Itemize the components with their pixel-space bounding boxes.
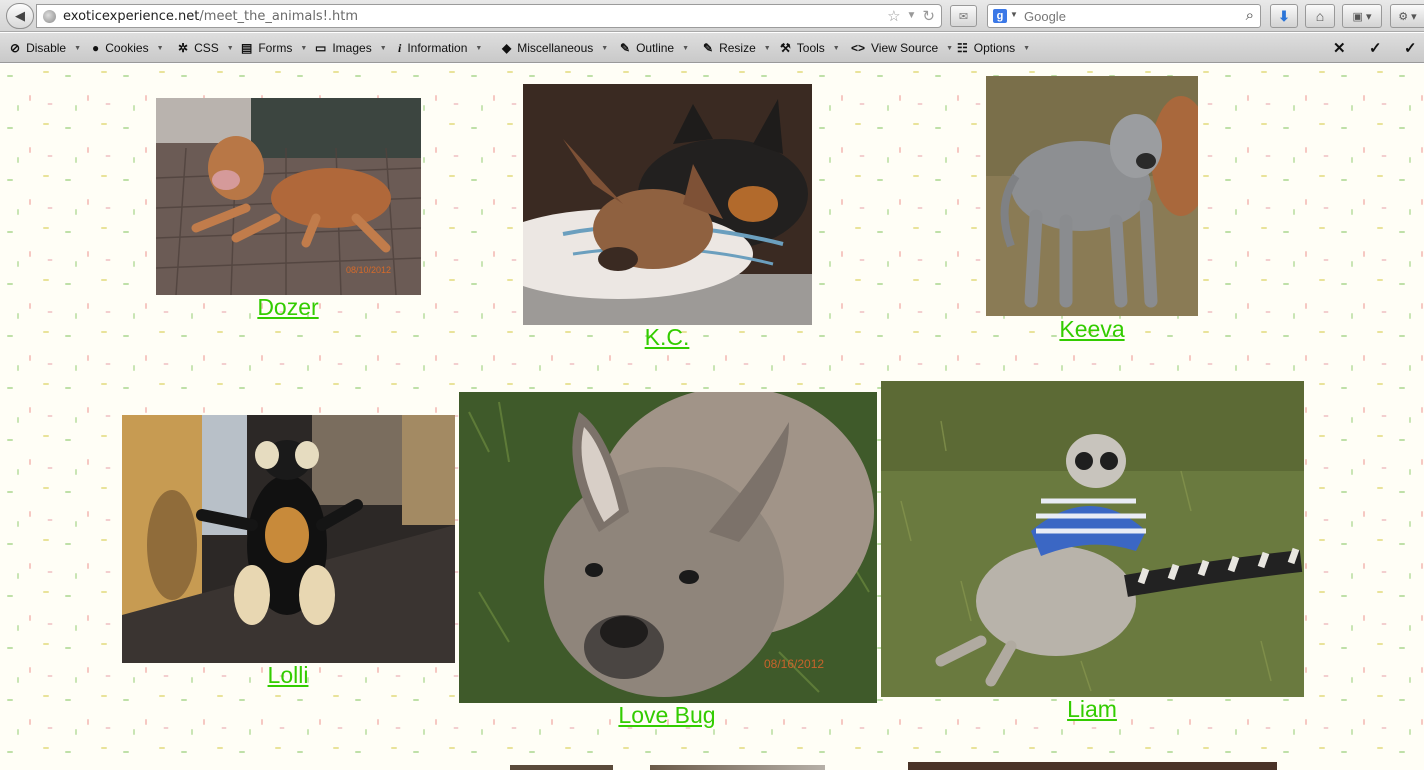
photo-love-bug[interactable]: 08/16/2012 (459, 392, 877, 703)
toolbar-outline[interactable]: ✎ Outline ▼ (620, 40, 689, 56)
search-engine-dropdown-icon[interactable]: ▼ (1010, 10, 1018, 19)
url-text[interactable]: exoticexperience.net/meet_the_animals!.h… (63, 9, 358, 24)
search-bar[interactable]: g ▼ Google ⌕ (987, 4, 1261, 28)
dropdown-arrow-icon: ▼ (832, 44, 840, 52)
photo-keeva[interactable] (986, 76, 1198, 316)
photo-next-row-1[interactable] (510, 765, 613, 770)
screenshot-icon: ▣ ▾ (1352, 10, 1372, 23)
home-icon: ⌂ (1315, 8, 1325, 24)
photo-lolli[interactable] (122, 415, 455, 663)
kc-kangaroo-cat-image (523, 84, 812, 325)
toolbar-information[interactable]: i Information ▼ (398, 40, 482, 56)
addon-icon: ⚙ ▾ (1398, 10, 1417, 23)
page-content: 08/10/2012 Dozer K.C. Keeva Lolli 08/16/… (0, 64, 1424, 770)
toolbar-tools[interactable]: ⚒ Tools ▼ (780, 40, 840, 56)
photo-next-row-2[interactable] (650, 765, 825, 770)
dropdown-arrow-icon: ▼ (226, 44, 234, 52)
url-domain: exoticexperience.net (63, 9, 200, 24)
disable-icon: ⊘ (10, 41, 21, 55)
love-bug-kangaroo-image: 08/16/2012 (459, 392, 877, 703)
home-button[interactable]: ⌂ (1305, 4, 1335, 28)
history-dropdown-icon[interactable]: ▼ (907, 7, 917, 25)
animal-link-love-bug[interactable]: Love Bug (618, 702, 715, 729)
keeva-wolfhound-image (986, 76, 1198, 316)
resize-icon: ✎ (703, 41, 714, 55)
lolli-lemur-image (122, 415, 455, 663)
photo-dozer[interactable]: 08/10/2012 (156, 98, 421, 295)
cookies-icon: ● (92, 41, 100, 55)
toolbar-css[interactable]: ✲ CSS ▼ (178, 40, 234, 56)
photo-date-stamp: 08/16/2012 (764, 657, 824, 671)
validate-css-icon[interactable]: ✓ (1369, 39, 1382, 57)
downloads-button[interactable]: ⬇ (1270, 4, 1298, 28)
photo-kc[interactable] (523, 84, 812, 325)
close-toolbar-icon[interactable]: ✕ (1333, 39, 1346, 57)
bookmark-star-icon[interactable]: ☆ (887, 7, 900, 25)
google-search-icon[interactable]: g (993, 9, 1007, 23)
animal-link-kc[interactable]: K.C. (645, 324, 690, 351)
view-source-icon: <> (851, 41, 866, 55)
forms-icon: ▤ (241, 41, 253, 55)
images-icon: ▭ (315, 41, 327, 55)
toolbar-view-source[interactable]: <> View Source ▼ (851, 40, 953, 56)
dropdown-arrow-icon: ▼ (946, 44, 954, 52)
photo-liam[interactable] (881, 381, 1304, 697)
toolbar-miscellaneous[interactable]: ◆ Miscellaneous ▼ (502, 40, 608, 56)
animal-link-liam[interactable]: Liam (1067, 696, 1117, 723)
toolbar-options[interactable]: ☷ Options ▼ (957, 40, 1030, 56)
animal-link-lolli[interactable]: Lolli (268, 662, 309, 689)
dropdown-arrow-icon: ▼ (300, 44, 308, 52)
site-identity-icon[interactable] (43, 10, 56, 23)
browser-navbar: ◀ exoticexperience.net/meet_the_animals!… (0, 0, 1424, 32)
envelope-icon: ✉ (958, 10, 969, 23)
animal-link-dozer[interactable]: Dozer (257, 294, 318, 321)
toolbar-forms[interactable]: ▤ Forms ▼ (241, 40, 307, 56)
dropdown-arrow-icon: ▼ (763, 44, 771, 52)
addon-button[interactable]: ⚙ ▾ (1390, 4, 1424, 28)
reload-icon[interactable]: ↻ (922, 7, 935, 25)
search-input[interactable]: Google (1024, 9, 1066, 24)
miscellaneous-icon: ◆ (502, 41, 512, 55)
toolbar-images[interactable]: ▭ Images ▼ (315, 40, 387, 56)
dropdown-arrow-icon: ▼ (475, 44, 483, 52)
dropdown-arrow-icon: ▼ (379, 44, 387, 52)
validate-html-icon[interactable]: ✓ (1404, 39, 1417, 57)
photo-next-row-3[interactable] (908, 762, 1277, 770)
back-button[interactable]: ◀ (6, 3, 34, 29)
dropdown-arrow-icon: ▼ (156, 44, 164, 52)
dozer-dog-image: 08/10/2012 (156, 98, 421, 295)
url-path: /meet_the_animals!.htm (199, 9, 359, 24)
dropdown-arrow-icon: ▼ (74, 44, 82, 52)
back-arrow-icon: ◀ (15, 8, 25, 23)
web-developer-toolbar: ⊘ Disable ▼ ● Cookies ▼ ✲ CSS ▼ ▤ Forms ▼ ▭ Image… (0, 33, 1424, 63)
css-icon: ✲ (178, 41, 189, 55)
url-bar[interactable]: exoticexperience.net/meet_the_animals!.h… (36, 4, 942, 28)
liam-lemur-image (881, 381, 1304, 697)
magnifier-icon[interactable]: ⌕ (1246, 7, 1254, 24)
photo-date-stamp: 08/10/2012 (346, 265, 391, 275)
toolbar-cookies[interactable]: ● Cookies ▼ (92, 40, 164, 56)
animal-link-keeva[interactable]: Keeva (1059, 316, 1124, 343)
dropdown-arrow-icon: ▼ (601, 44, 609, 52)
download-arrow-icon: ⬇ (1278, 7, 1290, 24)
tools-icon: ⚒ (780, 41, 791, 55)
screenshot-button[interactable]: ▣ ▾ (1342, 4, 1382, 28)
toolbar-disable[interactable]: ⊘ Disable ▼ (10, 40, 81, 56)
toolbar-resize[interactable]: ✎ Resize ▼ (703, 40, 771, 56)
information-icon: i (398, 40, 402, 55)
email-link-button[interactable]: ✉ (950, 5, 977, 27)
outline-icon: ✎ (620, 41, 631, 55)
dropdown-arrow-icon: ▼ (1023, 44, 1031, 52)
options-icon: ☷ (957, 41, 968, 55)
dropdown-arrow-icon: ▼ (682, 44, 690, 52)
